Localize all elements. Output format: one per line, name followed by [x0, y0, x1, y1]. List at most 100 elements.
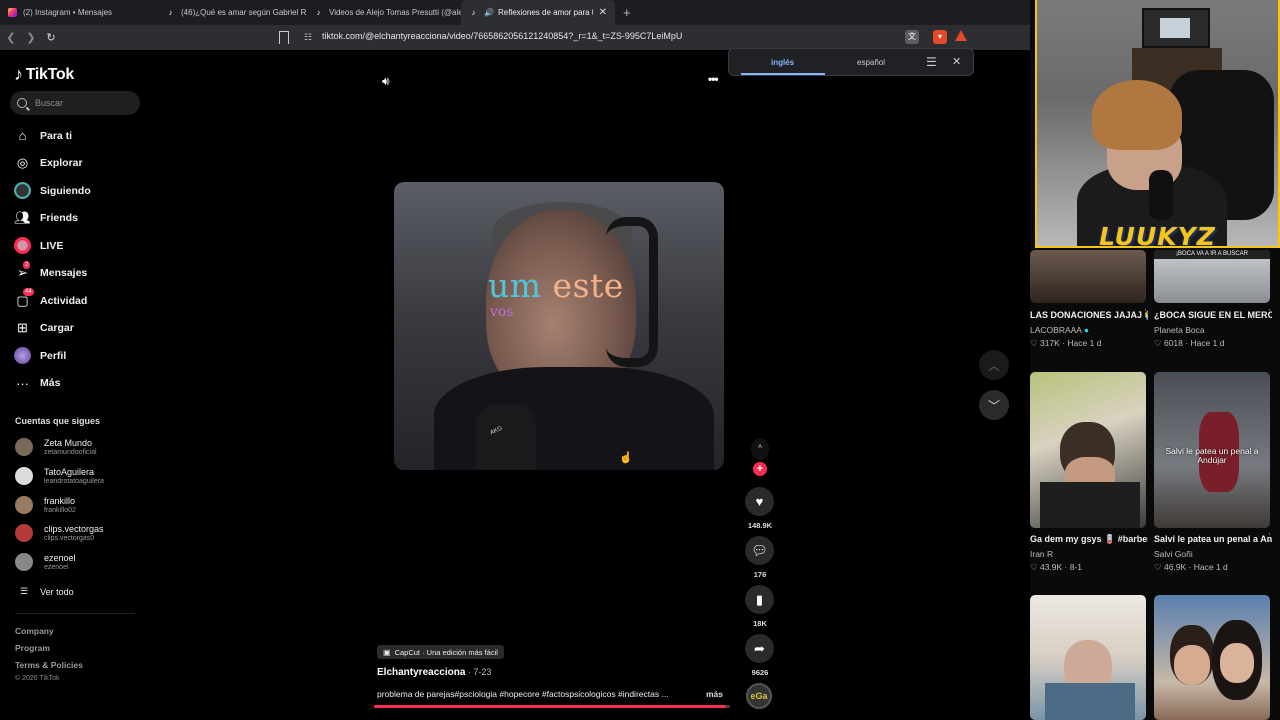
more-icon: ···: [16, 375, 29, 391]
more-icon[interactable]: ⋮: [1265, 308, 1274, 319]
upload-icon: ⊞: [17, 320, 28, 336]
close-tab-icon[interactable]: ✕: [593, 7, 607, 18]
author-name[interactable]: Elchantyreacciona: [377, 667, 465, 678]
account-item[interactable]: TatoAguilera leandrotatoaguilera: [15, 463, 104, 489]
share-button[interactable]: ➦: [745, 634, 774, 663]
caption-word: este: [552, 266, 624, 305]
nav-actividad[interactable]: ▢ 44 Actividad: [0, 287, 150, 315]
account-item[interactable]: clips.vectorgas clips.vectorgas0: [15, 520, 104, 546]
url-field[interactable]: tiktok.com/@elchantyreacciona/video/7665…: [322, 31, 682, 41]
video-card[interactable]: [1030, 595, 1148, 720]
browser-tab-active[interactable]: ♪ 🔊 Reflexiones de amor para tu pareja ✕: [461, 0, 615, 25]
address-bar: ❮ ❯ ↻ ☷ tiktok.com/@elchantyreacciona/vi…: [0, 25, 1030, 50]
save-count: 18K: [753, 619, 767, 628]
more-options-icon[interactable]: •••: [708, 72, 719, 86]
card-author: Salvi Goñi: [1154, 549, 1193, 559]
card-stats: ♡ 43.9K · 8-1: [1030, 562, 1083, 572]
account-item[interactable]: Zeta Mundo zetamundooficial: [15, 434, 97, 460]
account-item[interactable]: frankillo frankillo02: [15, 492, 76, 518]
next-video-button[interactable]: ﹀: [979, 390, 1009, 420]
comment-icon: 💬︎: [751, 542, 768, 558]
footer-link-program[interactable]: Program: [15, 643, 50, 653]
thumbnail-subject: [1220, 643, 1254, 683]
screen: (2) Instagram • Mensajes ♪ (46)¿Qué es a…: [0, 0, 1280, 720]
avatar: [15, 496, 33, 514]
video-card[interactable]: [1154, 595, 1272, 720]
creator-avatar[interactable]: ᴬ: [751, 438, 769, 460]
previous-video-button[interactable]: ︿: [979, 350, 1009, 380]
streamer: [1092, 80, 1182, 150]
tiktok-logo[interactable]: ♪ TikTok: [14, 64, 74, 85]
nav-perfil[interactable]: Perfil: [0, 342, 150, 370]
menu-icon[interactable]: ☰: [926, 55, 937, 69]
close-icon[interactable]: ✕: [952, 55, 961, 68]
thumbnail-subject: [1045, 683, 1135, 720]
footer-link-terms[interactable]: Terms & Policies: [15, 660, 83, 670]
more-icon[interactable]: ⋮: [1141, 308, 1150, 319]
site-info-icon[interactable]: ☷: [304, 32, 312, 43]
video-card[interactable]: ¡BOCA VA A IR A BUSCAR ¿BOCA SIGUE EN EL…: [1154, 250, 1274, 349]
translate-lang-target[interactable]: español: [857, 58, 885, 67]
like-button[interactable]: ♥: [745, 487, 774, 516]
account-item[interactable]: ezenoel ezenoel: [15, 549, 76, 575]
comment-button[interactable]: 💬︎: [745, 536, 774, 565]
back-icon[interactable]: ❮: [2, 31, 20, 44]
video-thumbnail: [1030, 250, 1146, 303]
card-author: Iran R: [1030, 549, 1054, 559]
save-button[interactable]: ▮: [745, 585, 774, 614]
nav-label: Siguiendo: [40, 184, 91, 197]
capcut-tag[interactable]: ▣ CapCut · Una edición más fácil: [377, 645, 504, 659]
more-icon[interactable]: ⋮: [1265, 532, 1274, 543]
tiktok-sidebar: ♪ TikTok Buscar ⌂ Para ti ◎ Explorar Sigui…: [0, 50, 150, 720]
video-thumbnail: [1030, 372, 1146, 528]
video-progress-bar[interactable]: [374, 705, 730, 708]
nav-label: Más: [40, 377, 61, 390]
notification-badge: 44: [23, 288, 34, 297]
follow-plus-icon[interactable]: +: [753, 462, 767, 476]
account-username: leandrotatoaguilera: [44, 477, 104, 485]
volume-icon[interactable]: 🔊︎: [382, 74, 390, 89]
footer-link-company[interactable]: Company: [15, 626, 54, 636]
nav-siguiendo[interactable]: Siguiendo: [0, 177, 150, 205]
brave-shield-icon[interactable]: ▾: [933, 30, 947, 44]
forward-icon[interactable]: ❯: [22, 31, 40, 44]
video-card[interactable]: LAS DONACIONES JAJAJ 😭 #lacobra... ⋮ LAC…: [1030, 250, 1150, 349]
search-input[interactable]: Buscar: [10, 91, 140, 115]
nav-para-ti[interactable]: ⌂ Para ti: [0, 122, 150, 150]
more-link[interactable]: más: [706, 689, 723, 699]
browser-tab[interactable]: ♪ (46)¿Qué es amar según Gabriel Rolón: [158, 0, 307, 25]
account-name: ezenoel: [44, 552, 76, 563]
streamer-logo: LUUKYZ: [1099, 222, 1216, 248]
brave-rewards-icon[interactable]: [955, 30, 967, 41]
bookmark-icon[interactable]: [279, 31, 289, 44]
see-all-button[interactable]: ☰ Ver todo: [20, 586, 74, 597]
account-name: Zeta Mundo: [44, 437, 93, 448]
nav-cargar[interactable]: ⊞ Cargar: [0, 315, 150, 343]
video-card[interactable]: Salvi le patea un penal a Andújar Salvi …: [1154, 372, 1274, 573]
card-title-text: Salvi le patea un penal a Andújar, ex ar…: [1154, 534, 1272, 544]
video-thumbnail: [1154, 595, 1270, 720]
nav-explorar[interactable]: ◎ Explorar: [0, 150, 150, 178]
browser-tab[interactable]: ♪ Videos de Alejo Tomas Presutti (@alejo: [306, 0, 462, 25]
divider: [15, 613, 135, 614]
following-title: Cuentas que sigues: [15, 416, 101, 426]
translate-icon[interactable]: 文: [905, 30, 919, 44]
chevron-up-icon: ︿: [987, 358, 1000, 373]
nav-mensajes[interactable]: ➢ 2 Mensajes: [0, 260, 150, 288]
translate-lang-source[interactable]: inglés: [771, 58, 794, 67]
translate-popup: inglés español ☰ ✕: [728, 48, 974, 76]
nav-friends[interactable]: 👥︎ Friends: [0, 205, 150, 233]
tiktok-note-icon: ♪: [14, 64, 23, 84]
video-player[interactable]: AKG um este vos: [394, 182, 724, 470]
see-all-label: Ver todo: [40, 586, 74, 597]
nav-live[interactable]: LIVE: [0, 232, 150, 260]
account-name: TatoAguilera: [44, 466, 95, 477]
nav-mas[interactable]: ··· Más: [0, 370, 150, 398]
video-card[interactable]: Ga dem my gsys 🪫 #barberiaencasa... Iran…: [1030, 372, 1148, 573]
music-disc[interactable]: eGa: [746, 683, 772, 709]
chevron-down-icon: ﹀: [987, 398, 1000, 413]
reload-icon[interactable]: ↻: [42, 31, 60, 44]
tab-label: (2) Instagram • Mensajes: [23, 8, 113, 17]
new-tab-button[interactable]: +: [615, 5, 639, 20]
browser-tab[interactable]: (2) Instagram • Mensajes: [0, 0, 158, 25]
